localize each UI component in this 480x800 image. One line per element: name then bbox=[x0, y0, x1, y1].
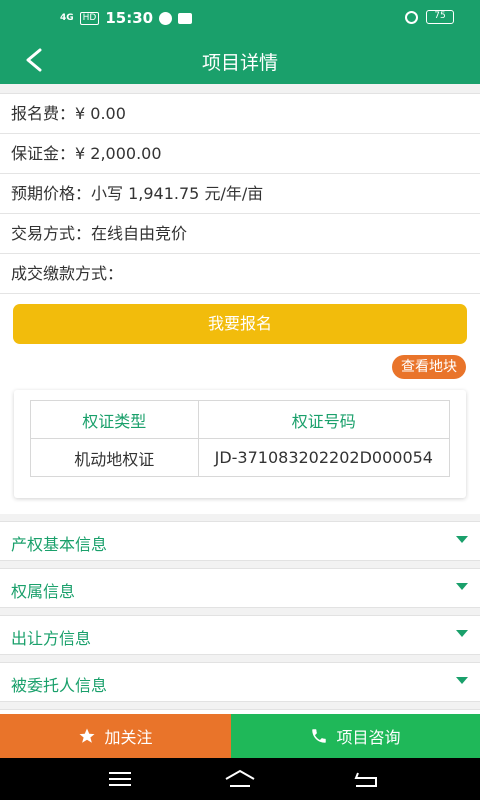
status-time: 15:30 bbox=[105, 9, 154, 27]
signup-area: 我要报名 查看地块 bbox=[0, 294, 480, 398]
info-row-trade-method: 交易方式： 在线自由竞价 bbox=[0, 214, 480, 254]
back-icon bbox=[354, 772, 377, 787]
status-right: 75 bbox=[405, 10, 454, 24]
section-property-basic-info[interactable]: 产权基本信息 bbox=[0, 521, 480, 561]
info-row-deposit: 保证金： ¥ 2,000.00 bbox=[0, 134, 480, 174]
hd-badge: HD bbox=[79, 11, 100, 25]
caret-down-icon bbox=[456, 630, 468, 637]
section-label: 产权基本信息 bbox=[11, 535, 108, 554]
info-row-payment-method: 成交缴款方式： bbox=[0, 254, 480, 294]
menu-icon bbox=[109, 772, 131, 786]
section-label: 被委托人信息 bbox=[11, 676, 108, 695]
page-title: 项目详情 bbox=[201, 52, 278, 74]
network-indicator: 4G bbox=[60, 13, 74, 23]
info-value: 小写 1,941.75 元/年/亩 bbox=[91, 184, 264, 203]
cert-table: 权证类型 权证号码 机动地权证 JD-371083202202D000054 bbox=[30, 400, 451, 477]
signup-button[interactable]: 我要报名 bbox=[13, 304, 467, 344]
cert-table-holder: 权证类型 权证号码 机动地权证 JD-371083202202D000054 bbox=[0, 390, 480, 514]
status-left: 4G HD 15:30 bbox=[60, 9, 193, 27]
table-header-row: 权证类型 权证号码 bbox=[30, 400, 451, 439]
project-detail-content: 报名费： ¥ 0.00 保证金： ¥ 2,000.00 预期价格： 小写 1,9… bbox=[0, 84, 480, 714]
consult-label: 项目咨询 bbox=[336, 728, 401, 747]
consult-button[interactable]: 项目咨询 bbox=[231, 714, 480, 758]
info-label: 预期价格： bbox=[11, 184, 92, 203]
info-label: 报名费： bbox=[11, 104, 76, 123]
top-spacer bbox=[0, 84, 480, 94]
caret-down-icon bbox=[456, 583, 468, 590]
cert-table-card: 权证类型 权证号码 机动地权证 JD-371083202202D000054 bbox=[14, 390, 466, 498]
message-icon bbox=[178, 12, 193, 24]
caret-down-icon bbox=[456, 677, 468, 684]
table-cell-cert-type: 机动地权证 bbox=[30, 438, 199, 477]
follow-button[interactable]: 加关注 bbox=[0, 714, 231, 758]
info-value: ¥ 2,000.00 bbox=[75, 144, 162, 163]
view-plot-button[interactable]: 查看地块 bbox=[392, 355, 466, 379]
table-cell-cert-number: JD-371083202202D000054 bbox=[197, 438, 451, 477]
notification-icon bbox=[159, 11, 173, 25]
table-row: 机动地权证 JD-371083202202D000054 bbox=[30, 438, 451, 477]
nav-menu-button[interactable] bbox=[100, 768, 140, 790]
status-bar: 4G HD 15:30 75 bbox=[0, 0, 480, 36]
section-trustee-info[interactable]: 被委托人信息 bbox=[0, 662, 480, 702]
system-nav-bar bbox=[0, 758, 480, 800]
section-label: 出让方信息 bbox=[11, 629, 92, 648]
table-header-cert-number: 权证号码 bbox=[197, 400, 451, 439]
alarm-icon bbox=[405, 10, 418, 24]
battery-icon: 75 bbox=[426, 10, 454, 24]
section-transferor-info[interactable]: 出让方信息 bbox=[0, 615, 480, 655]
info-label: 成交缴款方式： bbox=[11, 264, 124, 283]
info-row-expected-price: 预期价格： 小写 1,941.75 元/年/亩 bbox=[0, 174, 480, 214]
table-header-cert-type: 权证类型 bbox=[30, 400, 199, 439]
info-label: 交易方式： bbox=[11, 224, 92, 243]
nav-back-button[interactable] bbox=[346, 768, 386, 790]
star-icon bbox=[79, 728, 95, 743]
section-ownership-info[interactable]: 权属信息 bbox=[0, 568, 480, 608]
home-icon bbox=[225, 769, 255, 787]
info-value: ¥ 0.00 bbox=[75, 104, 126, 123]
info-label: 保证金： bbox=[11, 144, 76, 163]
title-bar: 项目详情 bbox=[0, 36, 480, 84]
info-row-signup-fee: 报名费： ¥ 0.00 bbox=[0, 94, 480, 134]
nav-home-button[interactable] bbox=[220, 768, 260, 790]
follow-label: 加关注 bbox=[104, 728, 153, 747]
info-value: 在线自由竞价 bbox=[91, 224, 188, 243]
section-label: 权属信息 bbox=[11, 582, 76, 601]
caret-down-icon bbox=[456, 536, 468, 543]
bottom-action-bar: 加关注 项目咨询 bbox=[0, 714, 480, 758]
phone-icon bbox=[312, 729, 327, 743]
